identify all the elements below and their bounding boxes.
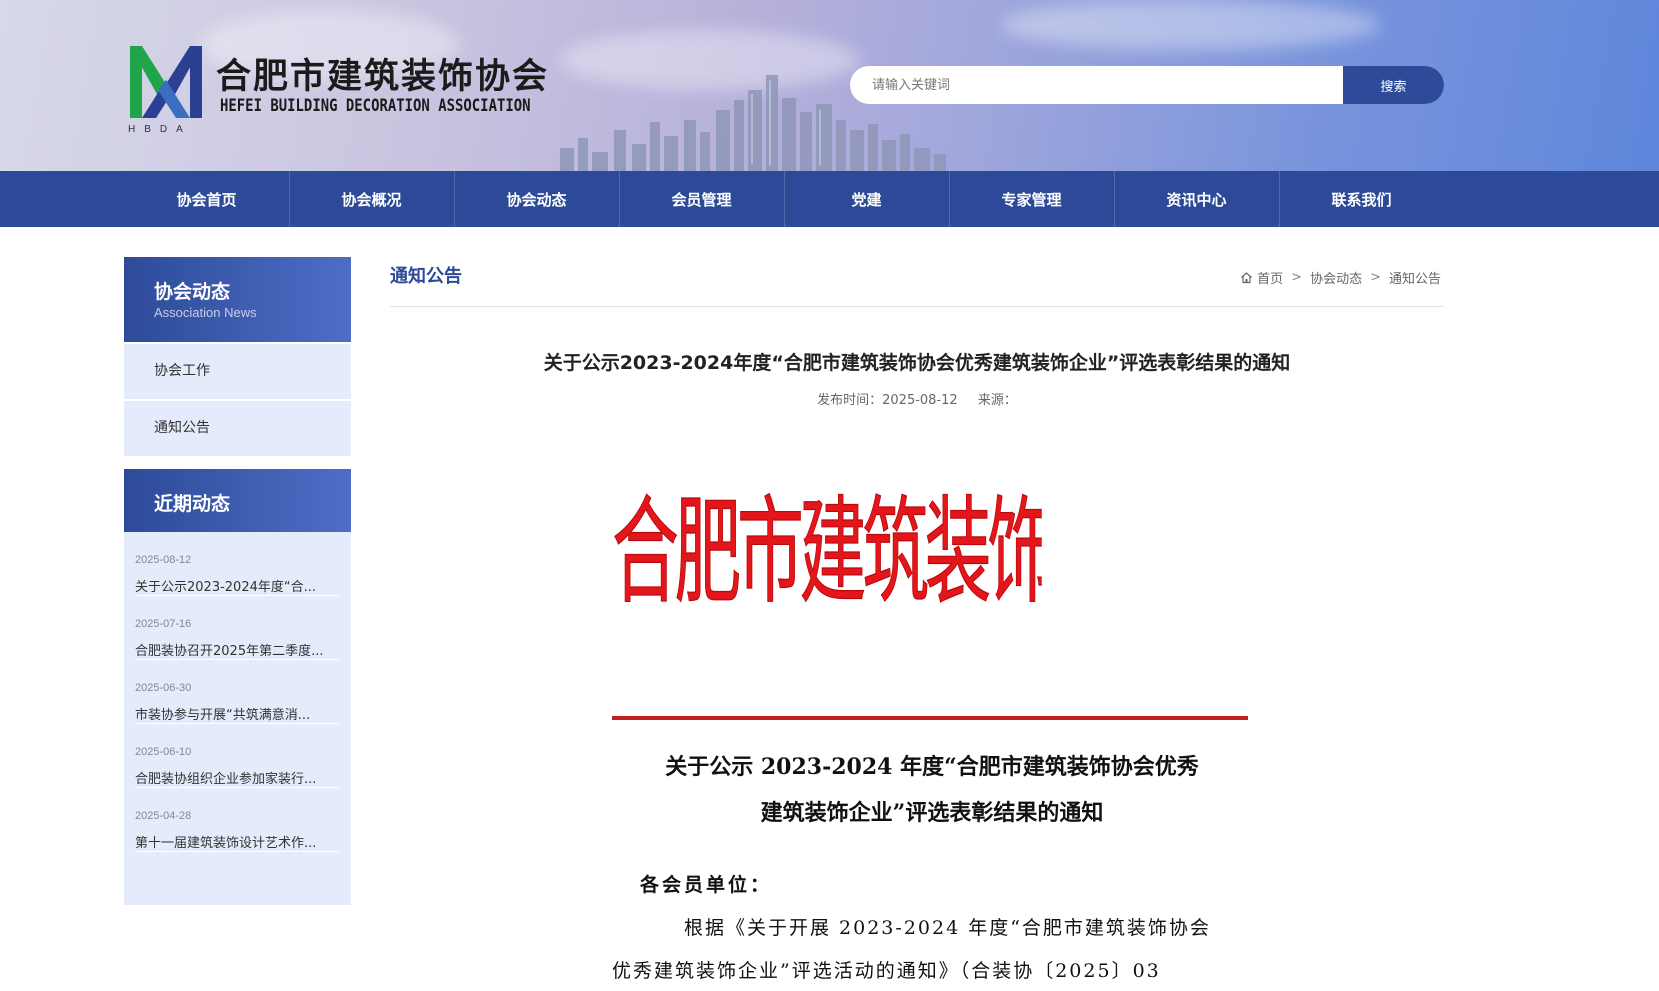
nav-item-members[interactable]: 会员管理	[619, 171, 784, 227]
document-body: 各会员单位： 根据《关于开展 2023-2024 年度“合肥市建筑装饰协会 优秀…	[612, 864, 1240, 991]
search-input[interactable]	[850, 66, 1343, 104]
document-paragraph-line2: 优秀建筑装饰企业”评选活动的通知》（合装协〔2025〕03	[612, 960, 1161, 982]
list-item-date: 2025-08-12	[135, 554, 192, 566]
document-title-line2: 建筑装饰企业”评选表彰结果的通知	[760, 800, 1104, 826]
sidebar-section-title: 协会动态	[154, 281, 231, 303]
publish-label: 发布时间：	[817, 393, 883, 408]
sidebar-section-header: 协会动态 Association News	[124, 257, 351, 342]
org-name-en: HEFEI BUILDING DECORATION ASSOCIATION	[220, 96, 531, 116]
org-name-cn: 合肥市建筑装饰协会	[216, 57, 550, 97]
search-button[interactable]: 搜索	[1343, 66, 1444, 104]
recent-news-title: 近期动态	[154, 493, 231, 515]
list-item[interactable]: 2025-07-16 合肥装协召开2025年第二季度...	[135, 596, 339, 660]
document-paragraph-line1: 根据《关于开展 2023-2024 年度“合肥市建筑装饰协会	[684, 917, 1211, 939]
recent-news-list: 2025-08-12 关于公示2023-2024年度“合... 2025-07-…	[124, 532, 351, 905]
list-item[interactable]: 2025-08-12 关于公示2023-2024年度“合...	[135, 532, 339, 596]
list-item[interactable]: 2025-06-30 市装协参与开展“共筑满意消...	[135, 660, 339, 724]
document-letterhead: 合肥市建筑装饰协会	[612, 488, 1042, 621]
article-meta: 发布时间：2025-08-12 来源：	[390, 389, 1444, 408]
nav-item-contact[interactable]: 联系我们	[1279, 171, 1444, 227]
header-banner: 合肥市建筑装饰协会 HEFEI BUILDING DECORATION ASSO…	[0, 0, 1659, 171]
letterhead-rule	[612, 716, 1248, 720]
search-box: 搜索	[850, 66, 1444, 104]
nav-item-news[interactable]: 协会动态	[454, 171, 619, 227]
nav-item-home[interactable]: 协会首页	[124, 171, 289, 227]
org-abbr: HBDA	[128, 124, 192, 135]
list-item-date: 2025-07-16	[135, 618, 192, 630]
divider	[390, 306, 1444, 307]
list-item-date: 2025-06-10	[135, 746, 192, 758]
nav-item-overview[interactable]: 协会概况	[289, 171, 454, 227]
association-logo-icon	[130, 46, 202, 118]
sidebar-section-subtitle: Association News	[154, 305, 257, 320]
sidebar-item-notices[interactable]: 通知公告	[124, 401, 351, 456]
breadcrumb-home[interactable]: 首页	[1257, 268, 1283, 287]
breadcrumb-news[interactable]: 协会动态	[1310, 268, 1362, 287]
list-item-title[interactable]: 第十一届建筑装饰设计艺术作...	[135, 832, 339, 851]
list-item[interactable]: 2025-04-28 第十一届建筑装饰设计艺术作...	[135, 788, 339, 852]
sidebar-item-association-work[interactable]: 协会工作	[124, 344, 351, 399]
breadcrumb: 首页 > 协会动态 > 通知公告	[1240, 268, 1441, 287]
nav-item-party[interactable]: 党建	[784, 171, 949, 227]
list-item-title[interactable]: 关于公示2023-2024年度“合...	[135, 576, 339, 595]
source-label: 来源：	[977, 393, 1017, 408]
article-title: 关于公示2023-2024年度“合肥市建筑装饰协会优秀建筑装饰企业”评选表彰结果…	[543, 352, 1291, 374]
page-title: 通知公告	[390, 266, 462, 287]
document-greeting: 各会员单位：	[640, 874, 773, 896]
cloud-decoration	[1000, 0, 1380, 50]
breadcrumb-separator: >	[1291, 270, 1303, 285]
breadcrumb-separator: >	[1370, 270, 1381, 285]
nav-items: 协会首页 协会概况 协会动态 会员管理 党建 专家管理 资讯中心 联系我们	[124, 171, 1444, 227]
publish-time: 发布时间：2025-08-12	[817, 393, 958, 408]
list-item-title[interactable]: 市装协参与开展“共筑满意消...	[135, 704, 339, 723]
document-title-line1: 关于公示 2023-2024 年度“合肥市建筑装饰协会优秀	[665, 754, 1199, 780]
list-item-date: 2025-04-28	[135, 810, 192, 822]
document-title: 关于公示 2023-2024 年度“合肥市建筑装饰协会优秀 建筑装饰企业”评选表…	[612, 744, 1252, 836]
main-nav: 协会首页 协会概况 协会动态 会员管理 党建 专家管理 资讯中心 联系我们	[0, 171, 1659, 227]
list-item[interactable]: 2025-06-10 合肥装协组织企业参加家装行...	[135, 724, 339, 788]
list-item-title[interactable]: 合肥装协召开2025年第二季度...	[135, 640, 339, 659]
recent-news-header: 近期动态	[124, 469, 351, 532]
publish-date: 2025-08-12	[882, 393, 958, 408]
nav-item-experts[interactable]: 专家管理	[949, 171, 1114, 227]
home-icon	[1241, 272, 1253, 284]
nav-item-info[interactable]: 资讯中心	[1114, 171, 1279, 227]
breadcrumb-notices[interactable]: 通知公告	[1389, 268, 1441, 287]
list-item-date: 2025-06-30	[135, 682, 192, 694]
list-item-title[interactable]: 合肥装协组织企业参加家装行...	[135, 768, 339, 787]
